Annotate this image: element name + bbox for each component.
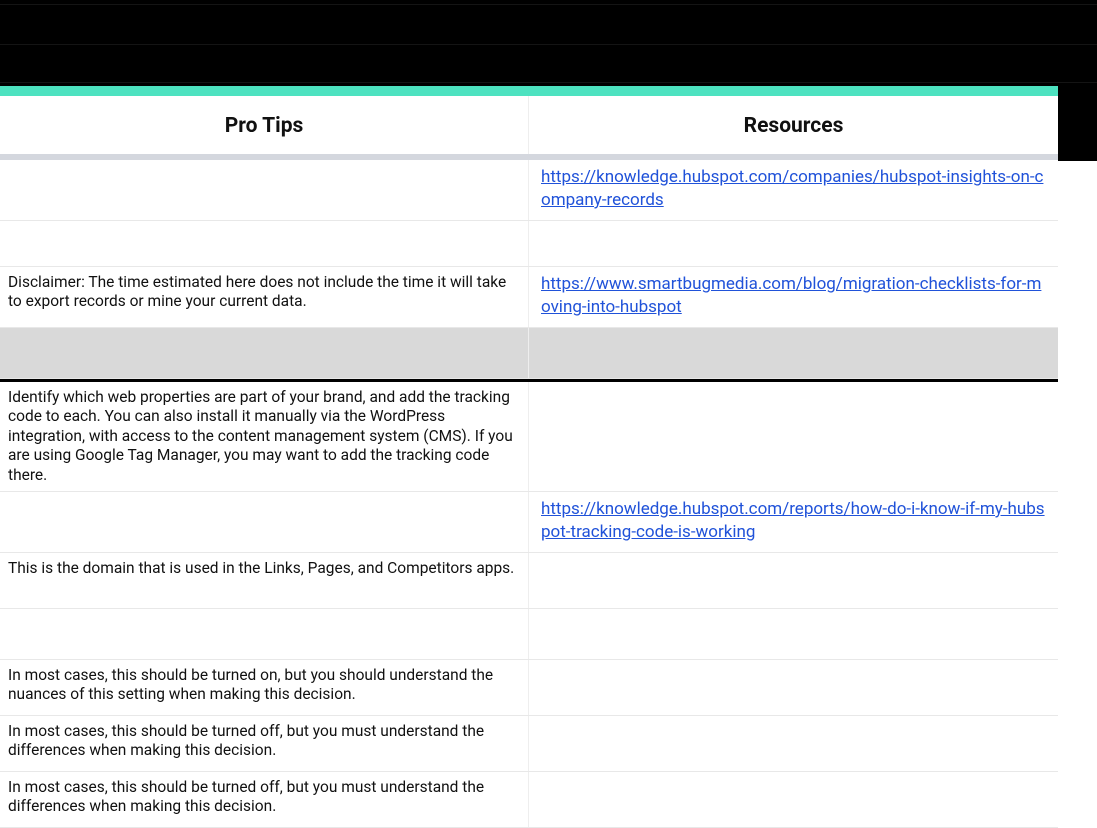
table-body: https://knowledge.hubspot.com/companies/… [0,160,1058,828]
table-header-row: Pro Tips Resources [0,96,1058,154]
table-row: Disclaimer: The time estimated here does… [0,267,1058,328]
resource-cell [529,382,1058,491]
pro-tip-cell: In most cases, this should be turned on,… [0,660,529,715]
document-viewport: Pro Tips Resources https://knowledge.hub… [0,0,1097,827]
table-row [0,609,1058,660]
pro-tip-cell [0,492,529,552]
table-row: In most cases, this should be turned off… [0,772,1058,828]
table-row: This is the domain that is used in the L… [0,553,1058,609]
header-resources: Resources [529,96,1058,154]
resource-cell [529,660,1058,715]
resource-cell: https://www.smartbugmedia.com/blog/migra… [529,267,1058,327]
pro-tip-text: Disclaimer: The time estimated here does… [8,273,518,312]
table-row: https://knowledge.hubspot.com/reports/ho… [0,492,1058,553]
table-row: In most cases, this should be turned off… [0,716,1058,772]
top-black-region [0,0,1097,86]
pro-tip-cell: Identify which web properties are part o… [0,382,529,491]
resource-cell [529,221,1058,266]
pro-tip-text: In most cases, this should be turned off… [8,778,518,817]
pro-tip-text: In most cases, this should be turned on,… [8,666,518,705]
resource-cell: https://knowledge.hubspot.com/companies/… [529,160,1058,220]
pro-tip-cell [0,221,529,266]
resource-cell [529,609,1058,659]
hidden-row-line [0,4,1097,5]
resource-link[interactable]: https://knowledge.hubspot.com/reports/ho… [541,498,1048,544]
pro-tip-cell [0,328,529,378]
pro-tip-cell: This is the domain that is used in the L… [0,553,529,608]
pro-tip-cell: In most cases, this should be turned off… [0,772,529,827]
resource-cell [529,716,1058,771]
hidden-row-line [0,82,1097,83]
table-row: https://knowledge.hubspot.com/companies/… [0,160,1058,221]
resource-cell [529,553,1058,608]
pro-tip-text: Identify which web properties are part o… [8,388,518,485]
resource-cell: https://knowledge.hubspot.com/reports/ho… [529,492,1058,552]
header-pro-tips: Pro Tips [0,96,529,154]
pro-tip-text: In most cases, this should be turned off… [8,722,518,761]
resource-cell [529,772,1058,827]
resource-link[interactable]: https://www.smartbugmedia.com/blog/migra… [541,273,1048,319]
resource-link[interactable]: https://knowledge.hubspot.com/companies/… [541,166,1048,212]
pro-tip-cell: Disclaimer: The time estimated here does… [0,267,529,327]
table-row: In most cases, this should be turned on,… [0,660,1058,716]
table-row [0,221,1058,267]
pro-tip-cell [0,609,529,659]
hidden-row-line [0,44,1097,45]
pro-tip-text: This is the domain that is used in the L… [8,559,514,578]
teal-accent-strip [0,86,1058,96]
table-row: Identify which web properties are part o… [0,382,1058,492]
resource-cell [529,328,1058,378]
pro-tip-cell [0,160,529,220]
table-row [0,328,1058,379]
pro-tip-cell: In most cases, this should be turned off… [0,716,529,771]
